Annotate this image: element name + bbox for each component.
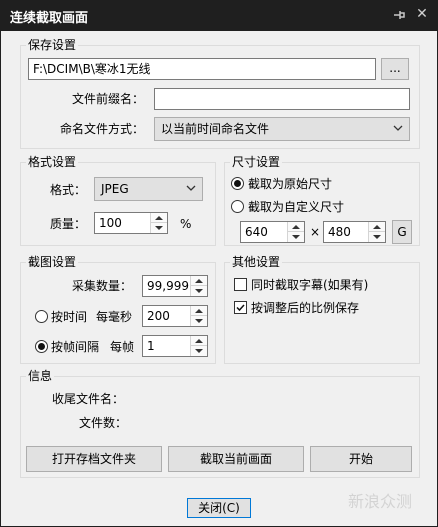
naming-select-value: 以当前时间命名文件: [161, 122, 270, 136]
quality-unit: %: [180, 217, 192, 231]
subtitle-label[interactable]: 同时截取字幕(如果有): [251, 277, 368, 293]
count-label: 采集数量：: [72, 279, 133, 293]
format-select-value: JPEG: [101, 182, 129, 196]
prefix-input[interactable]: [154, 88, 410, 110]
quality-stepper[interactable]: [150, 213, 167, 233]
custom-size-radio[interactable]: [231, 200, 244, 213]
by-frame-radio[interactable]: [35, 340, 48, 353]
width-value: 640: [245, 225, 268, 239]
stepper-down-icon[interactable]: [191, 346, 207, 356]
close-icon[interactable]: ✕: [414, 6, 430, 22]
count-stepper[interactable]: [190, 276, 207, 296]
watermark: 新浪众测: [348, 492, 413, 511]
capture-settings-label: 截图设置: [26, 255, 79, 269]
original-size-radio[interactable]: [231, 177, 244, 190]
save-settings-label: 保存设置: [26, 38, 79, 52]
stepper-up-icon[interactable]: [191, 306, 207, 316]
pin-icon[interactable]: [392, 8, 406, 22]
frame-spinner[interactable]: 1: [142, 335, 208, 357]
per-frame-label: 每帧: [110, 340, 135, 354]
stepper-down-icon[interactable]: [288, 232, 304, 242]
ratio-checkbox[interactable]: [234, 301, 247, 314]
browse-button[interactable]: ...: [381, 58, 409, 80]
g-button[interactable]: G: [392, 220, 412, 244]
naming-select[interactable]: 以当前时间命名文件: [154, 117, 410, 141]
other-settings-label: 其他设置: [230, 255, 283, 269]
ms-value: 200: [147, 309, 170, 323]
frame-stepper[interactable]: [190, 336, 207, 356]
format-select[interactable]: JPEG: [94, 177, 203, 201]
save-path-input[interactable]: F:\DCIM\B\寒冰1无线: [28, 58, 376, 80]
checkmark-icon: [236, 304, 245, 312]
capture-current-button[interactable]: 截取当前画面: [168, 446, 304, 472]
stepper-up-icon[interactable]: [151, 213, 167, 223]
prefix-label: 文件前缀名：: [72, 92, 145, 106]
naming-label: 命名文件方式：: [60, 122, 145, 136]
height-stepper[interactable]: [368, 222, 385, 242]
window-title: 连续截取画面: [10, 11, 89, 26]
stepper-down-icon[interactable]: [151, 223, 167, 233]
subtitle-checkbox[interactable]: [234, 278, 247, 291]
by-time-label[interactable]: 按时间: [51, 309, 87, 325]
count-value: 99,999: [147, 279, 189, 293]
stepper-up-icon[interactable]: [191, 336, 207, 346]
stepper-up-icon[interactable]: [191, 276, 207, 286]
last-file-label: 收尾文件名：: [52, 392, 125, 406]
frame-value: 1: [147, 339, 155, 353]
info-label: 信息: [26, 369, 55, 383]
start-button[interactable]: 开始: [310, 446, 412, 472]
ms-stepper[interactable]: [190, 306, 207, 326]
format-settings-label: 格式设置: [26, 155, 79, 169]
open-folder-button[interactable]: 打开存档文件夹: [26, 446, 162, 472]
ratio-label[interactable]: 按调整后的比例保存: [251, 300, 359, 316]
file-count-label: 文件数：: [79, 416, 128, 430]
stepper-up-icon[interactable]: [369, 222, 385, 232]
per-ms-label: 每毫秒: [96, 310, 133, 324]
format-label: 格式：: [50, 183, 87, 197]
stepper-down-icon[interactable]: [369, 232, 385, 242]
stepper-up-icon[interactable]: [288, 222, 304, 232]
custom-size-label[interactable]: 截取为自定义尺寸: [248, 199, 344, 215]
height-spinner[interactable]: 480: [323, 221, 386, 243]
size-settings-label: 尺寸设置: [230, 155, 283, 169]
quality-value: 100: [99, 216, 122, 230]
close-button[interactable]: 关闭(C): [187, 498, 251, 518]
stepper-down-icon[interactable]: [191, 316, 207, 326]
ms-spinner[interactable]: 200: [142, 305, 208, 327]
original-size-label[interactable]: 截取为原始尺寸: [248, 176, 332, 192]
height-value: 480: [328, 225, 351, 239]
count-spinner[interactable]: 99,999: [142, 275, 208, 297]
times-sign: ×: [310, 225, 321, 239]
by-frame-label[interactable]: 按帧间隔: [51, 339, 99, 355]
chevron-down-icon: [393, 125, 403, 131]
width-stepper[interactable]: [287, 222, 304, 242]
stepper-down-icon[interactable]: [191, 286, 207, 296]
quality-spinner[interactable]: 100: [94, 212, 168, 234]
width-spinner[interactable]: 640: [240, 221, 305, 243]
by-time-radio[interactable]: [35, 310, 48, 323]
quality-label: 质量：: [50, 217, 87, 231]
chevron-down-icon: [186, 185, 196, 191]
